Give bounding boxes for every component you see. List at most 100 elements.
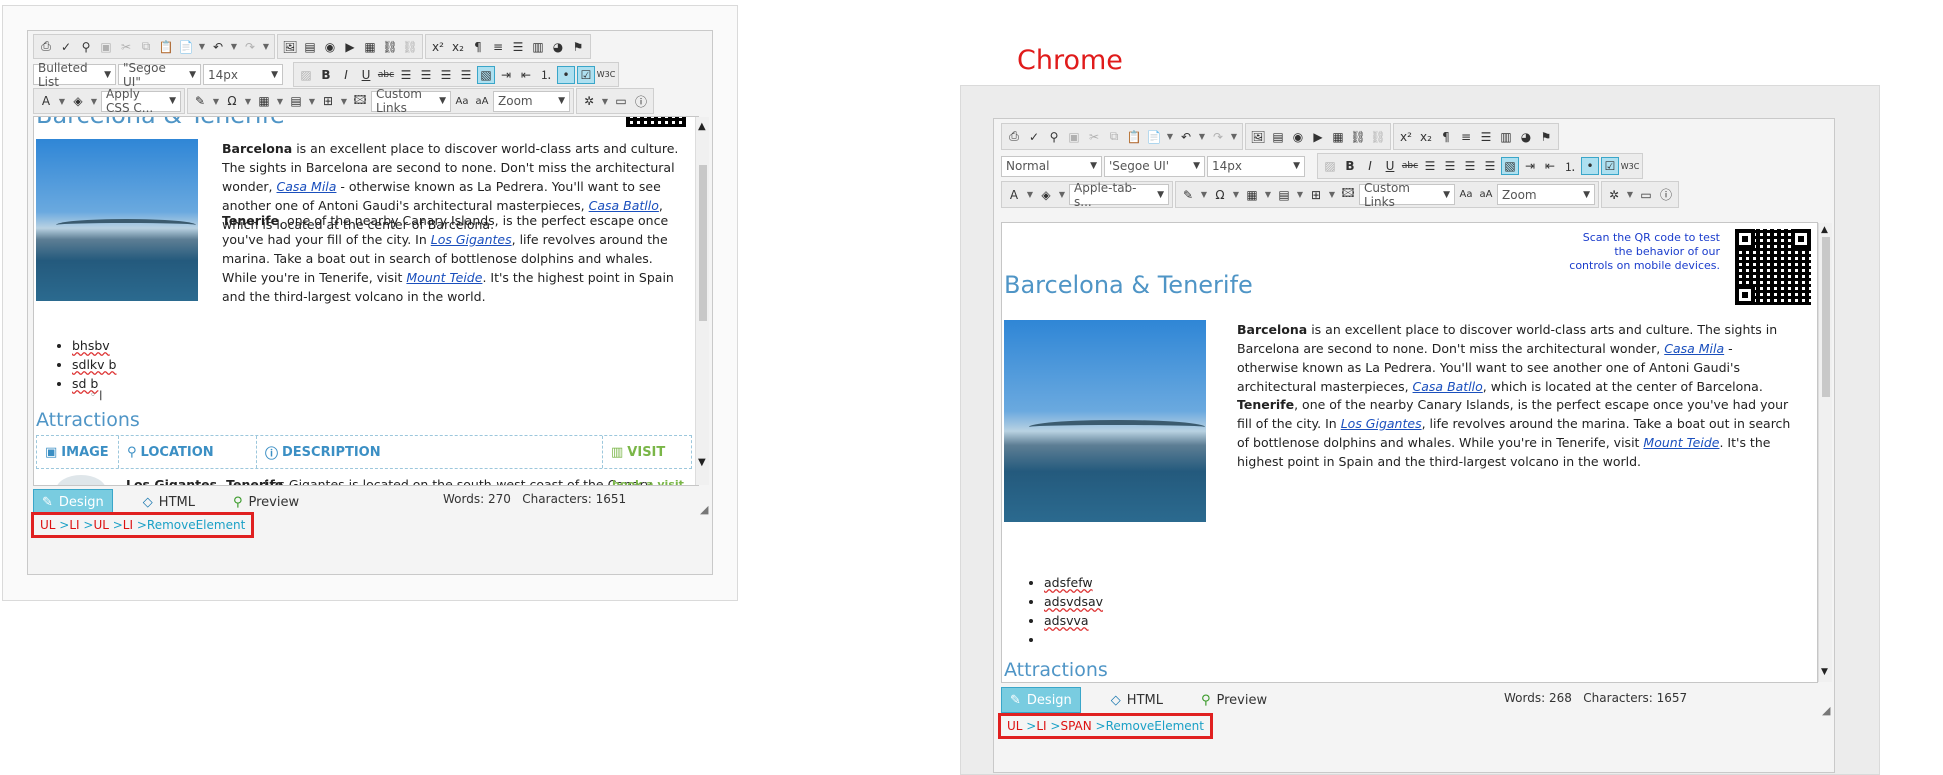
format-sets-dropdown-icon[interactable]: ▼ [1199, 186, 1209, 204]
font-name-dropdown[interactable]: "Segoe UI" ▼ [118, 61, 201, 89]
left-content-area[interactable]: Barcelona & Tenerife Barcelona is an exc… [33, 116, 699, 486]
indent-icon[interactable]: ⇥ [1521, 157, 1539, 175]
path-span[interactable]: SPAN [1060, 719, 1091, 733]
apply-css-dropdown[interactable]: Apple-tab-s... ▼ [1069, 181, 1169, 209]
strikethrough-icon[interactable]: abc [377, 66, 395, 84]
insert-box-dropdown-icon[interactable]: ▼ [339, 92, 349, 110]
casa-mila-link[interactable]: Casa Mila [277, 179, 337, 194]
font-size-dropdown[interactable]: 14px ▼ [203, 64, 283, 85]
about-icon[interactable]: ⓘ [632, 92, 650, 110]
justify-none-icon[interactable]: ▧ [477, 65, 495, 84]
horizontal-rule-icon[interactable]: ☰ [509, 38, 527, 56]
align-right-icon[interactable]: ☰ [1461, 157, 1479, 175]
indent-icon[interactable]: ⇥ [497, 66, 515, 84]
hyperlink-icon[interactable]: ⛓ [381, 38, 399, 56]
scroll-up-icon[interactable]: ▲ [1821, 225, 1828, 235]
mount-teide-link[interactable]: Mount Teide [406, 270, 482, 285]
xhtml-validator-icon[interactable]: ☑ [1601, 157, 1619, 175]
justify-icon[interactable]: ☰ [1481, 157, 1499, 175]
undo-dropdown-icon[interactable]: ▼ [229, 38, 239, 56]
highlight-dropdown-icon[interactable]: ▼ [1057, 186, 1067, 204]
table-dropdown-icon[interactable]: ▼ [275, 92, 285, 110]
los-gigantes-link[interactable]: Los Gigantes [431, 232, 512, 247]
layout-icon[interactable]: ▤ [1275, 186, 1293, 204]
undo-icon[interactable]: ↶ [209, 38, 227, 56]
insert-box-icon[interactable]: ⊞ [319, 92, 337, 110]
tools-dropdown-icon[interactable]: ▼ [1625, 186, 1635, 204]
accessibility-checker-icon[interactable]: W3C [1621, 157, 1640, 175]
copy-icon[interactable]: ⧉ [137, 38, 155, 56]
superscript-icon[interactable]: x² [1397, 128, 1415, 146]
table-icon[interactable]: ▦ [1243, 186, 1261, 204]
apply-css-dropdown[interactable]: Apply CSS C... ▼ [101, 87, 181, 115]
font-name-dropdown[interactable]: 'Segoe UI' ▼ [1104, 155, 1205, 177]
align-left-icon[interactable]: ☰ [397, 66, 415, 84]
align-right-icon[interactable]: ☰ [437, 66, 455, 84]
template-icon[interactable]: ▥ [529, 38, 547, 56]
bold-icon[interactable]: B [1341, 157, 1359, 175]
left-vertical-scrollbar[interactable]: ▲ ▼ [695, 117, 709, 485]
format-stripper-icon[interactable]: ≡ [489, 38, 507, 56]
custom-links-dropdown[interactable]: Custom Links ▼ [1359, 181, 1455, 209]
path-li-2[interactable]: LI [123, 518, 133, 532]
font-color-icon[interactable]: A [1005, 186, 1023, 204]
scroll-thumb[interactable] [1822, 237, 1830, 397]
flash-icon[interactable]: ◉ [1289, 128, 1307, 146]
align-left-icon[interactable]: ☰ [1421, 157, 1439, 175]
symbols-dropdown-icon[interactable]: ▼ [243, 92, 253, 110]
scroll-up-icon[interactable]: ▲ [698, 121, 706, 132]
hyperlink-icon[interactable]: ⛓ [1349, 128, 1367, 146]
remove-element-link[interactable]: RemoveElement [147, 518, 245, 532]
redo-icon[interactable]: ↷ [241, 38, 259, 56]
layout-dropdown-icon[interactable]: ▼ [1295, 186, 1305, 204]
track-changes-icon[interactable]: ⚑ [1537, 128, 1555, 146]
format-painter-icon[interactable]: ▨ [297, 66, 315, 84]
mount-teide-link[interactable]: Mount Teide [1643, 435, 1719, 450]
toggle-screen-icon[interactable]: ▭ [612, 92, 630, 110]
convert-upper-icon[interactable]: Aa [1457, 186, 1475, 204]
tools-dropdown-icon[interactable]: ▼ [600, 92, 610, 110]
track-changes-icon[interactable]: ⚑ [569, 38, 587, 56]
italic-icon[interactable]: I [1361, 157, 1379, 175]
font-color-icon[interactable]: A [37, 92, 55, 110]
scroll-thumb[interactable] [699, 165, 707, 321]
insert-box-dropdown-icon[interactable]: ▼ [1327, 186, 1337, 204]
media-icon[interactable]: ▶ [1309, 128, 1327, 146]
subscript-icon[interactable]: x₂ [449, 38, 467, 56]
spellcheck-icon[interactable]: ✓ [57, 38, 75, 56]
paragraph-icon[interactable]: ¶ [469, 38, 487, 56]
convert-lower-icon[interactable]: aA [1477, 186, 1495, 204]
path-li[interactable]: LI [69, 518, 79, 532]
zoom-dropdown[interactable]: Zoom ▼ [493, 90, 570, 112]
paste-text-icon[interactable]: 📄 [1145, 128, 1163, 146]
outdent-icon[interactable]: ⇤ [517, 66, 535, 84]
remove-element-link[interactable]: RemoveElement [1106, 719, 1204, 733]
about-icon[interactable]: ⓘ [1657, 186, 1675, 204]
template-icon[interactable]: ▥ [1497, 128, 1515, 146]
redo-icon[interactable]: ↷ [1209, 128, 1227, 146]
superscript-icon[interactable]: x² [429, 38, 447, 56]
underline-icon[interactable]: U [357, 66, 375, 84]
book-visit-link[interactable]: book a visit >> [612, 475, 698, 485]
align-center-icon[interactable]: ☰ [417, 66, 435, 84]
format-sets-icon[interactable]: ✎ [191, 92, 209, 110]
scroll-down-icon[interactable]: ▼ [1821, 667, 1828, 677]
insert-image-2-icon[interactable]: 🖾 [351, 92, 369, 110]
highlight-dropdown-icon[interactable]: ▼ [89, 92, 99, 110]
xhtml-validator-icon[interactable]: ☑ [577, 65, 595, 84]
bold-icon[interactable]: B [317, 66, 335, 84]
spellcheck-icon[interactable]: ✓ [1025, 128, 1043, 146]
format-sets-icon[interactable]: ✎ [1179, 186, 1197, 204]
right-vertical-scrollbar[interactable]: ▲ ▼ [1818, 223, 1832, 682]
format-block-dropdown[interactable]: Normal ▼ [1001, 155, 1102, 177]
list-item[interactable]: ​ [1044, 630, 1103, 649]
remove-link-icon[interactable]: ⛓ [401, 38, 419, 56]
insert-box-icon[interactable]: ⊞ [1307, 186, 1325, 204]
justify-icon[interactable]: ☰ [457, 66, 475, 84]
paste-text-icon[interactable]: 📄 [177, 38, 195, 56]
flash-icon[interactable]: ◉ [321, 38, 339, 56]
convert-upper-icon[interactable]: Aa [453, 92, 471, 110]
media-icon[interactable]: ▶ [341, 38, 359, 56]
custom-links-dropdown[interactable]: Custom Links ▼ [371, 87, 451, 115]
horizontal-rule-icon[interactable]: ☰ [1477, 128, 1495, 146]
